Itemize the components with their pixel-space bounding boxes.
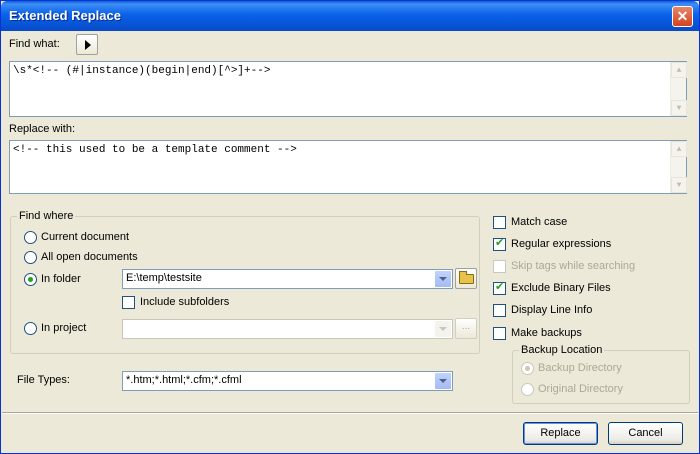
make-backups-checkbox[interactable] (493, 327, 506, 340)
chevron-down-icon[interactable] (435, 373, 451, 389)
folder-combo[interactable]: E:\temp\testsite (122, 269, 453, 289)
title-bar[interactable]: Extended Replace ✕ (1, 1, 699, 31)
find-history-button[interactable] (76, 34, 98, 55)
exclude-binary-checkbox[interactable] (493, 280, 506, 295)
extended-replace-dialog: Extended Replace ✕ Find what: \s*<!-- (#… (0, 0, 700, 454)
make-backups-label[interactable]: Make backups (511, 327, 582, 339)
skip-tags-label: Skip tags while searching (511, 260, 636, 272)
original-directory-radio (521, 383, 534, 396)
scroll-down-icon[interactable]: ▼ (671, 100, 687, 116)
include-subfolders-label[interactable]: Include subfolders (140, 296, 229, 308)
replace-scrollbar[interactable]: ▲ ▼ (670, 141, 687, 193)
regular-expressions-checkbox[interactable] (493, 236, 506, 251)
in-folder-radio[interactable] (24, 273, 37, 286)
play-arrow-icon (85, 40, 91, 50)
in-folder-label[interactable]: In folder (41, 273, 81, 285)
file-types-combo[interactable]: *.htm;*.html;*.cfm;*.cfml (122, 371, 453, 391)
match-case-label[interactable]: Match case (511, 216, 567, 228)
include-subfolders-checkbox[interactable] (122, 296, 135, 309)
match-case-checkbox[interactable] (493, 216, 506, 229)
backup-location-legend: Backup Location (519, 344, 605, 356)
file-types-label: File Types: (17, 374, 70, 386)
replace-with-field[interactable]: <!-- this used to be a template comment … (9, 140, 687, 194)
file-types-value: *.htm;*.html;*.cfm;*.cfml (126, 374, 242, 386)
footer-divider (2, 412, 698, 414)
current-document-label[interactable]: Current document (41, 231, 129, 243)
scroll-down-icon[interactable]: ▼ (671, 177, 687, 193)
scroll-up-icon[interactable]: ▲ (671, 141, 687, 157)
browse-project-button[interactable]: ... (455, 318, 477, 339)
replace-button[interactable]: Replace (523, 422, 598, 445)
browse-folder-button[interactable] (455, 268, 477, 289)
display-line-info-checkbox[interactable] (493, 304, 506, 317)
regular-expressions-label[interactable]: Regular expressions (511, 238, 611, 250)
exclude-binary-label[interactable]: Exclude Binary Files (511, 282, 611, 294)
skip-tags-checkbox (493, 260, 506, 273)
find-what-label: Find what: (9, 38, 60, 50)
all-open-documents-radio[interactable] (24, 251, 37, 264)
backup-directory-radio (521, 362, 534, 375)
find-what-value: \s*<!-- (#|instance)(begin|end)[^>]+--> (13, 65, 271, 77)
chevron-down-icon[interactable] (435, 321, 451, 337)
folder-value: E:\temp\testsite (126, 272, 202, 284)
replace-with-label: Replace with: (9, 123, 76, 135)
window-title: Extended Replace (9, 8, 121, 23)
project-combo[interactable] (122, 319, 453, 339)
original-directory-label: Original Directory (538, 383, 623, 395)
close-icon[interactable]: ✕ (672, 6, 693, 27)
display-line-info-label[interactable]: Display Line Info (511, 304, 592, 316)
cancel-button[interactable]: Cancel (608, 422, 683, 445)
backup-directory-label: Backup Directory (538, 362, 622, 374)
chevron-down-icon[interactable] (435, 271, 451, 287)
in-project-label[interactable]: In project (41, 322, 86, 334)
replace-with-value: <!-- this used to be a template comment … (13, 144, 297, 156)
current-document-radio[interactable] (24, 231, 37, 244)
find-where-legend: Find where (17, 210, 76, 222)
backup-location-group: Backup Location (512, 344, 690, 404)
all-open-documents-label[interactable]: All open documents (41, 251, 138, 263)
find-what-field[interactable]: \s*<!-- (#|instance)(begin|end)[^>]+--> … (9, 61, 687, 117)
open-folder-icon (459, 271, 474, 284)
scroll-up-icon[interactable]: ▲ (671, 62, 687, 78)
find-scrollbar[interactable]: ▲ ▼ (670, 62, 687, 116)
in-project-radio[interactable] (24, 322, 37, 335)
